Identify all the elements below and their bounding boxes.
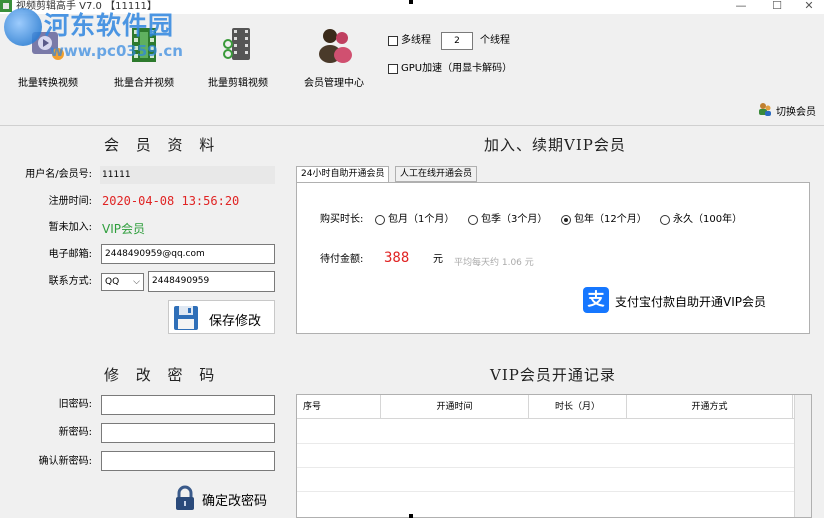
minimize-button[interactable]: — bbox=[726, 0, 756, 14]
records-scrollbar[interactable] bbox=[794, 395, 811, 517]
confirm-password-label: 确认新密码: bbox=[38, 456, 92, 467]
tab-self-service[interactable]: 24小时自助开通会员 bbox=[296, 166, 390, 183]
old-password-field[interactable] bbox=[101, 395, 275, 415]
username-value: 11111 bbox=[100, 166, 275, 184]
app-icon bbox=[0, 0, 12, 12]
maximize-button[interactable]: ☐ bbox=[762, 0, 792, 14]
vip-status-value: VIP会员 bbox=[102, 222, 145, 236]
radio-permanent[interactable] bbox=[660, 215, 670, 225]
contact-label: 联系方式: bbox=[48, 276, 92, 287]
column-header: 序号 bbox=[297, 395, 381, 419]
records-table-header: 序号 开通时间 时长（月） 开通方式 bbox=[297, 395, 811, 419]
radio-monthly[interactable] bbox=[375, 215, 385, 225]
alipay-icon: 支 bbox=[583, 287, 609, 313]
alipay-label: 支付宝付款自助开通VIP会员 bbox=[615, 295, 766, 309]
vip-title: 加入、续期VIP会员 bbox=[484, 136, 626, 154]
toolbar-divider bbox=[0, 125, 824, 126]
register-time-value: 2020-04-08 13:56:20 bbox=[102, 194, 240, 208]
table-row-line bbox=[297, 467, 811, 468]
switch-member-label: 切换会员 bbox=[776, 107, 816, 118]
chevron-down-icon: ⌵ bbox=[133, 277, 140, 287]
password-title: 修 改 密 码 bbox=[104, 366, 221, 384]
thread-unit-label: 个线程 bbox=[480, 35, 510, 46]
toolbar-member-center[interactable]: 会员管理中心 bbox=[294, 20, 374, 92]
toolbar-label: 批量转换视频 bbox=[18, 78, 78, 89]
close-button[interactable]: ✕ bbox=[794, 0, 824, 14]
records-title: VIP会员开通记录 bbox=[490, 366, 616, 384]
contact-type-select[interactable]: QQ ⌵ bbox=[101, 273, 144, 291]
toolbar-batch-convert[interactable]: 批量转换视频 bbox=[8, 20, 88, 92]
old-password-label: 旧密码: bbox=[58, 399, 92, 410]
radio-quarterly[interactable] bbox=[468, 215, 478, 225]
multithread-label: 多线程 bbox=[401, 35, 431, 46]
member-info-title: 会 员 资 料 bbox=[104, 136, 221, 154]
window-title: 视频剪辑高手 V7.0 【11111】 bbox=[16, 1, 157, 12]
save-button[interactable]: 保存修改 bbox=[168, 300, 275, 334]
option-permanent-label: 永久（100年） bbox=[673, 214, 743, 225]
table-row-line bbox=[297, 443, 811, 444]
resize-tick bbox=[409, 0, 413, 4]
toolbar-label: 批量合并视频 bbox=[114, 78, 174, 89]
gpu-label: GPU加速（用显卡解码） bbox=[401, 63, 513, 74]
new-password-field[interactable] bbox=[101, 423, 275, 443]
film-merge-icon bbox=[132, 28, 156, 62]
daily-price-note: 平均每天约 1.06 元 bbox=[454, 258, 534, 268]
vip-status-label: 暂未加入: bbox=[48, 222, 92, 233]
amount-value: 388 bbox=[384, 250, 410, 266]
tab-manual[interactable]: 人工在线开通会员 bbox=[395, 166, 478, 182]
confirm-password-field[interactable] bbox=[101, 451, 275, 471]
option-yearly-label: 包年（12个月） bbox=[574, 214, 647, 225]
email-label: 电子邮箱: bbox=[48, 249, 92, 260]
option-quarterly-label: 包季（3个月） bbox=[481, 214, 548, 225]
toolbar-batch-merge[interactable]: 批量合并视频 bbox=[104, 20, 184, 92]
lock-icon bbox=[176, 485, 194, 510]
contact-field[interactable]: 2448490959 bbox=[148, 271, 275, 292]
contact-type-value: QQ bbox=[105, 277, 120, 287]
multithread-checkbox[interactable] bbox=[388, 36, 398, 46]
vip-tab-panel: 购买时长: 包月（1个月） 包季（3个月） 包年（12个月） 永久（100年） … bbox=[296, 182, 810, 334]
column-header: 开通方式 bbox=[627, 395, 793, 419]
thread-count-input[interactable]: 2 bbox=[441, 32, 473, 50]
username-label: 用户名/会员号: bbox=[25, 169, 92, 180]
gpu-checkbox[interactable] bbox=[388, 64, 398, 74]
amount-unit: 元 bbox=[433, 254, 443, 265]
email-field[interactable]: 2448490959@qq.com bbox=[101, 244, 275, 264]
radio-yearly[interactable] bbox=[561, 215, 571, 225]
column-header: 时长（月） bbox=[529, 395, 627, 419]
change-password-button[interactable]: 确定改密码 bbox=[168, 481, 275, 515]
video-convert-icon bbox=[32, 32, 64, 60]
amount-label: 待付金额: bbox=[320, 254, 364, 265]
new-password-label: 新密码: bbox=[58, 427, 92, 438]
save-label: 保存修改 bbox=[209, 314, 262, 329]
duration-label: 购买时长: bbox=[320, 214, 364, 225]
column-header: 开通时间 bbox=[381, 395, 529, 419]
register-time-label: 注册时间: bbox=[48, 196, 92, 207]
toolbar-label: 会员管理中心 bbox=[304, 78, 364, 89]
switch-user-icon bbox=[759, 103, 771, 116]
toolbar-label: 批量剪辑视频 bbox=[208, 78, 268, 89]
toolbar-batch-edit[interactable]: 批量剪辑视频 bbox=[198, 20, 278, 92]
table-row-line bbox=[297, 491, 811, 492]
floppy-save-icon bbox=[174, 306, 198, 330]
records-table: 序号 开通时间 时长（月） 开通方式 bbox=[296, 394, 812, 518]
change-password-label: 确定改密码 bbox=[202, 494, 268, 509]
resize-tick bbox=[409, 514, 413, 518]
members-icon bbox=[319, 29, 352, 63]
film-scissors-icon bbox=[223, 28, 250, 60]
option-monthly-label: 包月（1个月） bbox=[388, 214, 455, 225]
